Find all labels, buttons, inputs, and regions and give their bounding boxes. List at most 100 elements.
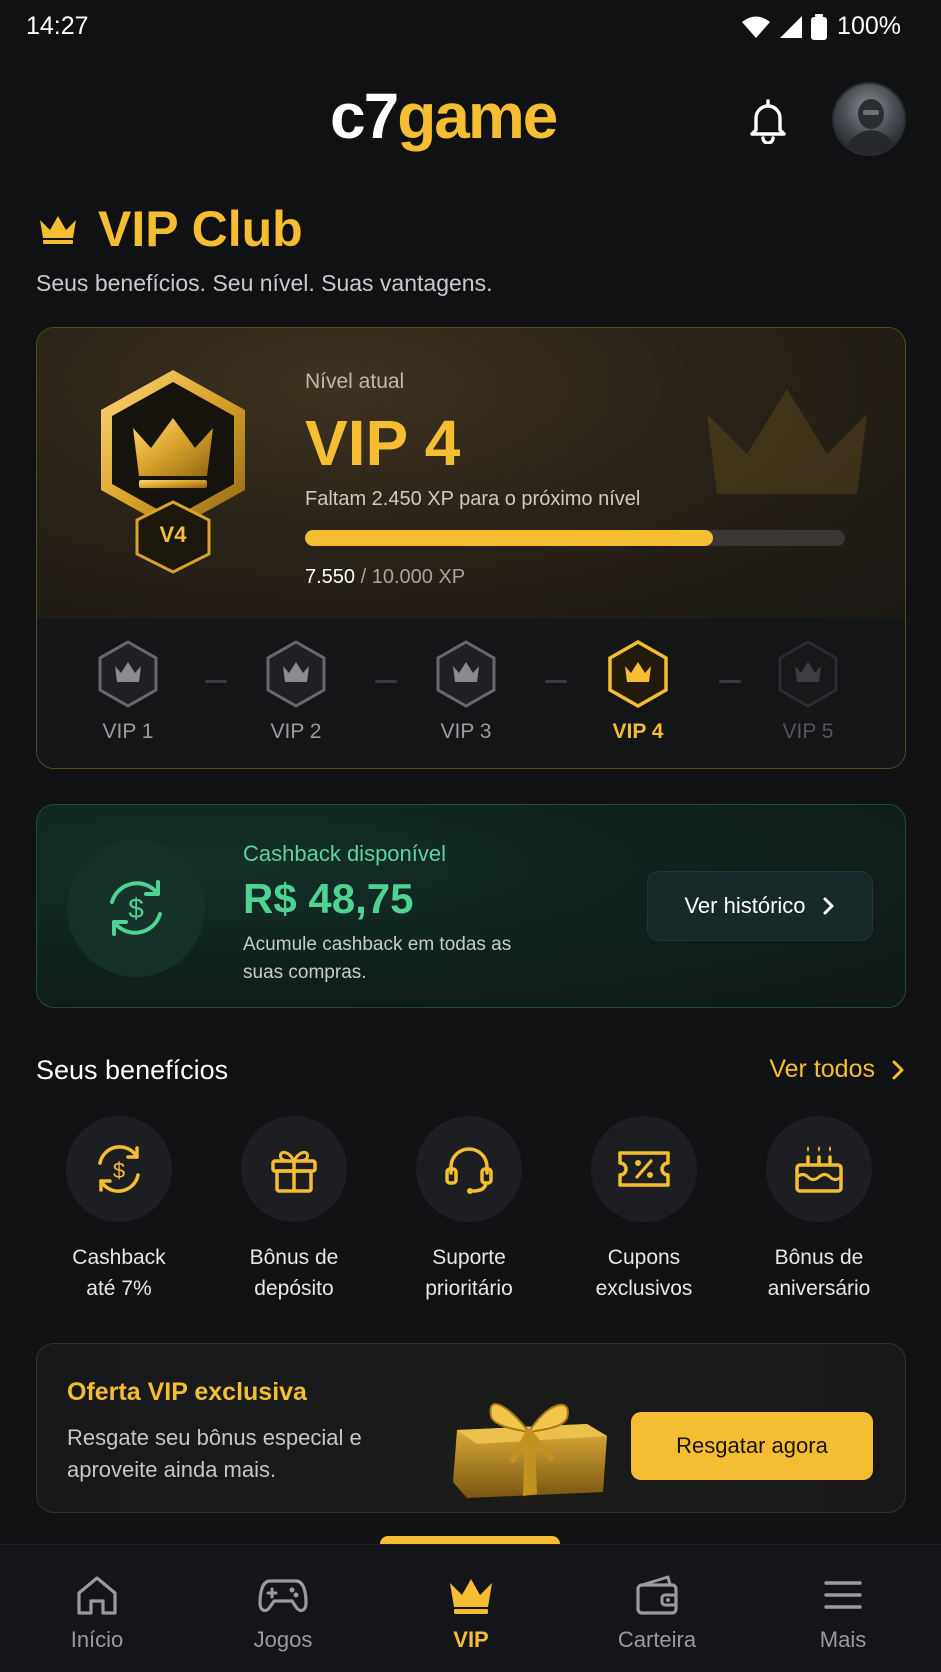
gamepad-icon bbox=[258, 1579, 308, 1613]
current-level: VIP 4 bbox=[305, 407, 461, 479]
tier-vip-5[interactable]: VIP 5 bbox=[753, 640, 863, 744]
benefit-label: Cupons exclusivos bbox=[595, 1246, 693, 1300]
nav-label: Início bbox=[70, 1627, 124, 1652]
view-history-label: Ver histórico bbox=[684, 893, 806, 918]
bottom-navigation: Início Jogos VIP Carteira Mais bbox=[0, 1544, 941, 1672]
notifications-button[interactable] bbox=[744, 96, 792, 144]
nav-more[interactable]: Mais bbox=[768, 1573, 918, 1653]
xp-total: / 10.000 XP bbox=[355, 566, 466, 588]
xp-counter: 7.550 / 10.000 XP bbox=[305, 566, 465, 589]
benefit-priority-support[interactable]: Suporte prioritário bbox=[394, 1116, 544, 1304]
benefit-icon-circle bbox=[591, 1116, 697, 1222]
app-logo[interactable]: c7game bbox=[330, 84, 558, 148]
menu-icon bbox=[824, 1581, 862, 1609]
xp-progress-bar bbox=[305, 530, 845, 546]
nav-label: Jogos bbox=[253, 1627, 313, 1652]
cashback-card: $ Cashback disponível R$ 48,75 Acumule c… bbox=[36, 804, 906, 1008]
gift-icon bbox=[271, 1150, 317, 1193]
nav-label: VIP bbox=[453, 1627, 489, 1652]
vip-level-card: V4 Nível atual VIP 4 Faltam 2.450 XP par… bbox=[36, 327, 906, 769]
battery-percent: 100% bbox=[837, 12, 901, 40]
benefit-label: Bônus de depósito bbox=[249, 1246, 339, 1300]
benefit-icon-circle: $ bbox=[66, 1116, 172, 1222]
nav-vip[interactable]: VIP bbox=[396, 1573, 546, 1653]
cashback-icon-circle: $ bbox=[67, 839, 205, 977]
page-subtitle: Seus benefícios. Seu nível. Suas vantage… bbox=[36, 270, 493, 296]
cashback-description: Acumule cashback em todas as suas compra… bbox=[243, 934, 512, 983]
level-card-header: V4 Nível atual VIP 4 Faltam 2.450 XP par… bbox=[37, 328, 905, 618]
chevron-right-icon bbox=[892, 1060, 904, 1079]
tier-crown-icon bbox=[436, 640, 496, 708]
battery-icon bbox=[811, 13, 828, 40]
benefit-icon-circle bbox=[416, 1116, 522, 1222]
gift-box-icon bbox=[427, 1403, 627, 1504]
avatar-figure-icon bbox=[844, 99, 898, 154]
redeem-now-button[interactable]: Resgatar agora bbox=[631, 1412, 873, 1480]
level-caption: Nível atual bbox=[305, 370, 405, 393]
benefit-label: Cashback até 7% bbox=[72, 1246, 166, 1300]
badge-level-text: V4 bbox=[159, 522, 187, 547]
benefit-icon-circle bbox=[766, 1116, 872, 1222]
vip-tiers: VIP 1 VIP 2 VIP 3 VIP 4 VIP 5 bbox=[37, 618, 905, 768]
status-bar: 14:27 100% bbox=[0, 0, 941, 56]
chevron-right-icon bbox=[823, 897, 834, 915]
benefit-cashback[interactable]: $ Cashback até 7% bbox=[44, 1116, 194, 1304]
signal-icon bbox=[780, 15, 803, 38]
cashback-icon: $ bbox=[98, 1145, 140, 1193]
tier-vip-2[interactable]: VIP 2 bbox=[241, 640, 351, 744]
gift-box-image bbox=[427, 1364, 627, 1504]
benefits-title: Seus benefícios bbox=[36, 1055, 229, 1085]
xp-progress-fill bbox=[305, 530, 713, 546]
vip-offer-card: Oferta VIP exclusiva Resgate seu bônus e… bbox=[36, 1343, 906, 1513]
xp-current: 7.550 bbox=[305, 566, 356, 588]
benefit-exclusive-coupons[interactable]: Cupons exclusivos bbox=[569, 1116, 719, 1304]
avatar[interactable] bbox=[832, 82, 906, 156]
view-history-button[interactable]: Ver histórico bbox=[647, 871, 873, 941]
benefit-birthday-bonus[interactable]: Bônus de aniversário bbox=[744, 1116, 894, 1304]
page-title-row: VIP Club bbox=[36, 200, 303, 258]
tier-vip-1[interactable]: VIP 1 bbox=[73, 640, 183, 744]
tier-label: VIP 2 bbox=[270, 720, 322, 743]
tier-connector bbox=[545, 680, 567, 683]
tier-crown-icon bbox=[608, 640, 668, 708]
tier-crown-icon bbox=[98, 640, 158, 708]
active-tab-indicator bbox=[380, 1536, 560, 1544]
wifi-icon bbox=[742, 16, 771, 38]
vip-level-badge: V4 bbox=[93, 366, 253, 576]
logo-text-game: game bbox=[397, 80, 558, 152]
svg-text:$: $ bbox=[128, 893, 144, 924]
xp-remaining-text: Faltam 2.450 XP para o próximo nível bbox=[305, 488, 641, 510]
tier-label: VIP 1 bbox=[102, 720, 154, 743]
tier-crown-icon bbox=[778, 640, 838, 708]
home-icon bbox=[77, 1576, 117, 1615]
tier-label: VIP 3 bbox=[440, 720, 492, 743]
nav-label: Mais bbox=[819, 1627, 867, 1652]
tier-connector bbox=[205, 680, 227, 683]
tier-label: VIP 5 bbox=[782, 720, 834, 743]
nav-label: Carteira bbox=[617, 1627, 697, 1652]
offer-description: Resgate seu bônus especial e aproveite a… bbox=[67, 1425, 362, 1482]
wallet-icon bbox=[636, 1575, 678, 1615]
crown-icon bbox=[40, 216, 76, 244]
bell-icon bbox=[750, 99, 786, 144]
nav-games[interactable]: Jogos bbox=[208, 1573, 358, 1653]
crown-icon bbox=[450, 1579, 492, 1614]
tier-vip-3[interactable]: VIP 3 bbox=[411, 640, 521, 744]
page-title: VIP Club bbox=[98, 201, 303, 257]
view-all-benefits-link[interactable]: Ver todos bbox=[769, 1055, 905, 1084]
status-time: 14:27 bbox=[26, 12, 89, 40]
benefit-deposit-bonus[interactable]: Bônus de depósito bbox=[219, 1116, 369, 1304]
cashback-caption: Cashback disponível bbox=[243, 841, 447, 866]
tier-vip-4[interactable]: VIP 4 bbox=[583, 640, 693, 744]
status-icons: 100% bbox=[741, 12, 901, 41]
offer-title: Oferta VIP exclusiva bbox=[67, 1378, 307, 1406]
benefit-label: Suporte prioritário bbox=[425, 1246, 513, 1300]
benefit-icon-circle bbox=[241, 1116, 347, 1222]
cashback-refresh-dollar-icon: $ bbox=[110, 880, 162, 936]
background-crown-icon bbox=[707, 389, 867, 494]
nav-wallet[interactable]: Carteira bbox=[582, 1573, 732, 1653]
tier-connector bbox=[375, 680, 397, 683]
nav-home[interactable]: Início bbox=[22, 1573, 172, 1653]
app-header: c7game bbox=[0, 70, 941, 170]
tier-crown-icon bbox=[266, 640, 326, 708]
